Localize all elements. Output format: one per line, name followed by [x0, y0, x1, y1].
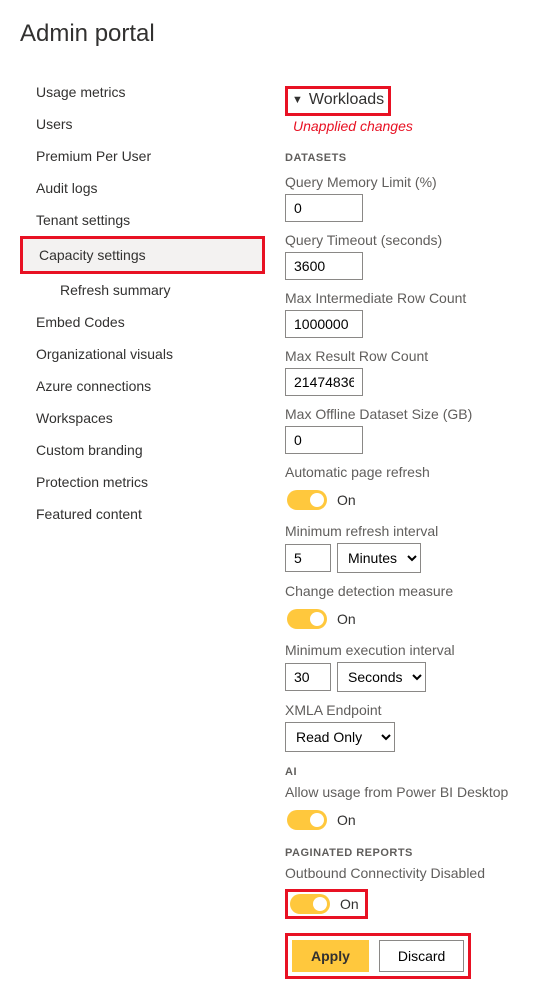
- sidebar-item-featured-content[interactable]: Featured content: [20, 498, 265, 530]
- datasets-group-label: DATASETS: [285, 152, 547, 164]
- sidebar-item-premium-per-user[interactable]: Premium Per User: [20, 140, 265, 172]
- max-offline-dataset-label: Max Offline Dataset Size (GB): [285, 406, 547, 422]
- allow-usage-desktop-label: Allow usage from Power BI Desktop: [285, 784, 547, 800]
- xmla-endpoint-select[interactable]: Read Only: [285, 722, 395, 752]
- xmla-endpoint-label: XMLA Endpoint: [285, 702, 547, 718]
- change-detection-measure-label: Change detection measure: [285, 583, 547, 599]
- change-detection-measure-state: On: [337, 611, 356, 627]
- query-timeout-input[interactable]: [285, 252, 363, 280]
- max-offline-dataset-input[interactable]: [285, 426, 363, 454]
- unapplied-changes-label: Unapplied changes: [293, 118, 547, 134]
- sidebar-item-audit-logs[interactable]: Audit logs: [20, 172, 265, 204]
- automatic-page-refresh-state: On: [337, 492, 356, 508]
- minimum-execution-interval-unit-select[interactable]: Seconds: [337, 662, 426, 692]
- automatic-page-refresh-toggle[interactable]: [287, 490, 327, 510]
- sidebar-item-organizational-visuals[interactable]: Organizational visuals: [20, 338, 265, 370]
- sidebar-item-tenant-settings[interactable]: Tenant settings: [20, 204, 265, 236]
- max-result-row-label: Max Result Row Count: [285, 348, 547, 364]
- allow-usage-desktop-state: On: [337, 812, 356, 828]
- workloads-section-header[interactable]: ▼ Workloads: [288, 89, 388, 111]
- minimum-refresh-interval-label: Minimum refresh interval: [285, 523, 547, 539]
- minimum-refresh-interval-unit-select[interactable]: Minutes: [337, 543, 421, 573]
- sidebar-item-protection-metrics[interactable]: Protection metrics: [20, 466, 265, 498]
- max-intermediate-row-input[interactable]: [285, 310, 363, 338]
- workloads-title: Workloads: [309, 91, 384, 109]
- max-intermediate-row-label: Max Intermediate Row Count: [285, 290, 547, 306]
- max-result-row-input[interactable]: [285, 368, 363, 396]
- sidebar-item-workspaces[interactable]: Workspaces: [20, 402, 265, 434]
- sidebar-item-azure-connections[interactable]: Azure connections: [20, 370, 265, 402]
- minimum-execution-interval-label: Minimum execution interval: [285, 642, 547, 658]
- automatic-page-refresh-label: Automatic page refresh: [285, 464, 547, 480]
- query-memory-limit-label: Query Memory Limit (%): [285, 174, 547, 190]
- change-detection-measure-toggle[interactable]: [287, 609, 327, 629]
- ai-group-label: AI: [285, 766, 547, 778]
- sidebar-item-capacity-settings[interactable]: Capacity settings: [20, 236, 265, 274]
- paginated-reports-group-label: PAGINATED REPORTS: [285, 847, 547, 859]
- collapse-triangle-icon: ▼: [292, 95, 303, 106]
- sidebar-item-custom-branding[interactable]: Custom branding: [20, 434, 265, 466]
- page-title: Admin portal: [20, 20, 547, 48]
- minimum-execution-interval-input[interactable]: [285, 663, 331, 691]
- outbound-connectivity-label: Outbound Connectivity Disabled: [285, 865, 547, 881]
- outbound-connectivity-state: On: [340, 896, 359, 912]
- query-memory-limit-input[interactable]: [285, 194, 363, 222]
- discard-button[interactable]: Discard: [379, 940, 464, 972]
- sidebar-item-usage-metrics[interactable]: Usage metrics: [20, 76, 265, 108]
- allow-usage-desktop-toggle[interactable]: [287, 810, 327, 830]
- apply-button[interactable]: Apply: [292, 940, 369, 972]
- query-timeout-label: Query Timeout (seconds): [285, 232, 547, 248]
- main-panel: ▼ Workloads Unapplied changes DATASETS Q…: [285, 76, 547, 979]
- sidebar-nav: Usage metrics Users Premium Per User Aud…: [20, 76, 265, 979]
- sidebar-item-users[interactable]: Users: [20, 108, 265, 140]
- minimum-refresh-interval-input[interactable]: [285, 544, 331, 572]
- sidebar-item-embed-codes[interactable]: Embed Codes: [20, 306, 265, 338]
- sidebar-item-refresh-summary[interactable]: Refresh summary: [20, 274, 265, 306]
- outbound-connectivity-toggle[interactable]: [290, 894, 330, 914]
